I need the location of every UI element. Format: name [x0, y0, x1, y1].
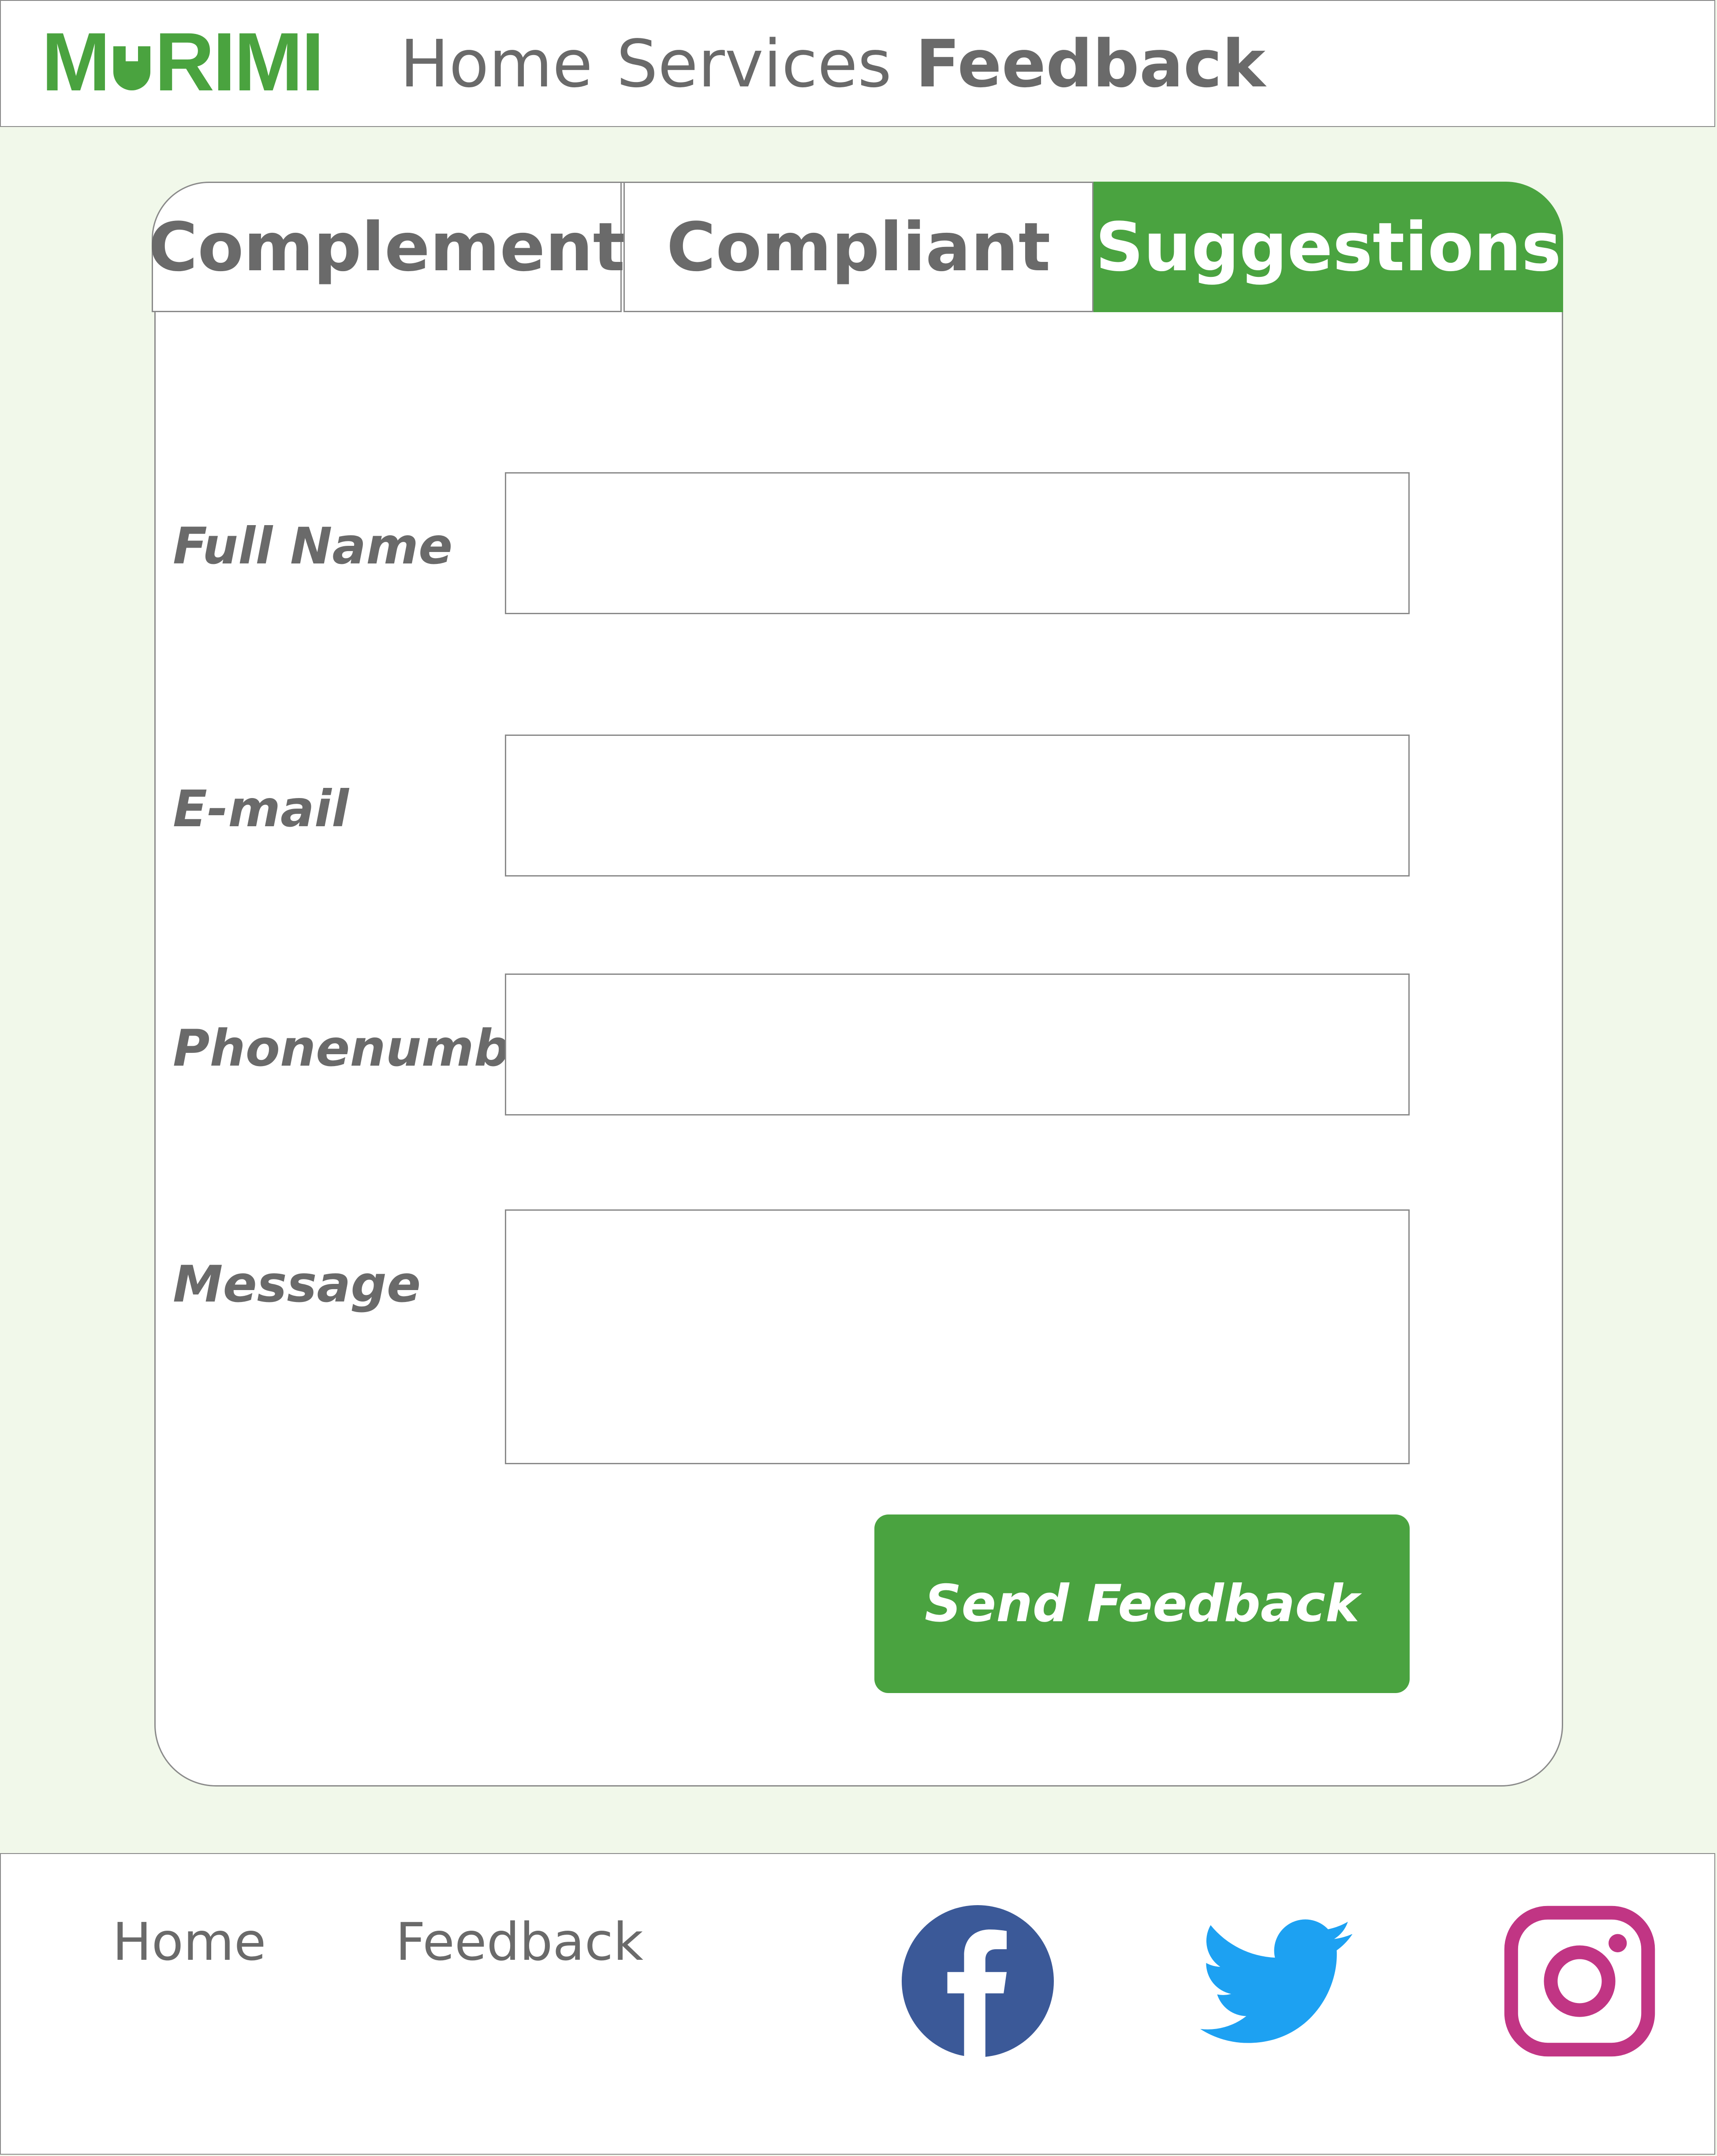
full-name-label: Full Name	[173, 517, 453, 575]
instagram-icon[interactable]	[1504, 1905, 1656, 2057]
murimi-logo[interactable]: M RIMI	[41, 20, 324, 103]
email-input[interactable]	[505, 735, 1410, 877]
facebook-icon[interactable]	[902, 1905, 1054, 2057]
email-label: E-mail	[173, 780, 349, 838]
main-nav: Home Services Feedback	[400, 26, 1265, 101]
nav-home[interactable]: Home	[400, 26, 593, 101]
logo-u-glyph	[111, 35, 153, 90]
footer-link-feedback[interactable]: Feedback	[396, 1911, 643, 1972]
nav-feedback[interactable]: Feedback	[915, 26, 1265, 101]
nav-services[interactable]: Services	[616, 26, 892, 101]
twitter-icon[interactable]	[1200, 1905, 1352, 2057]
logo-text-right: RIMI	[154, 15, 325, 108]
tab-suggestions[interactable]: Suggestions	[1094, 182, 1563, 312]
feedback-tabs: Complement Compliant Suggestions	[149, 182, 1563, 313]
message-textarea[interactable]	[505, 1209, 1410, 1464]
footer: Home Feedback	[0, 1853, 1715, 2155]
full-name-input[interactable]	[505, 472, 1410, 614]
message-label: Message	[173, 1255, 421, 1313]
tab-compliant[interactable]: Compliant	[623, 182, 1094, 312]
phone-input[interactable]	[505, 974, 1410, 1115]
footer-link-home[interactable]: Home	[112, 1911, 266, 1972]
send-feedback-button[interactable]: Send Feedback	[874, 1514, 1410, 1693]
header: M RIMI Home Services Feedback	[0, 0, 1715, 127]
tab-complement[interactable]: Complement	[149, 182, 625, 312]
logo-text-left: M	[41, 15, 111, 108]
